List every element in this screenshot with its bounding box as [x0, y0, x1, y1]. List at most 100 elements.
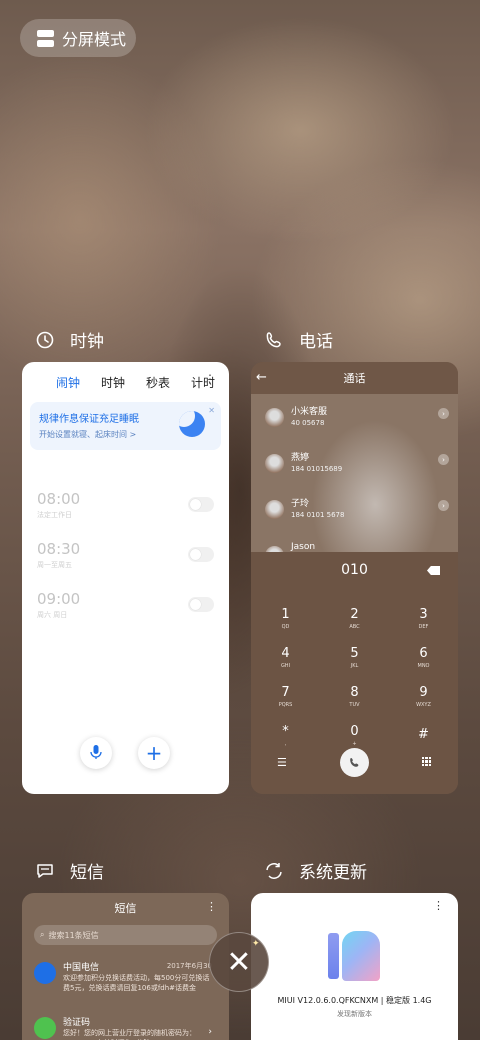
- message-app-icon: [34, 860, 56, 882]
- chevron-right-icon[interactable]: ›: [438, 454, 449, 465]
- alarm-toggle[interactable]: [188, 547, 214, 562]
- key-letters: PQRS: [278, 702, 293, 708]
- more-options-icon[interactable]: ⋮: [204, 372, 216, 386]
- dial-key-9[interactable]: 9 WXYZ: [389, 677, 458, 716]
- more-options-icon[interactable]: ⋮: [206, 900, 217, 913]
- close-icon: ✕: [226, 944, 252, 980]
- chevron-right-icon[interactable]: ›: [438, 408, 449, 419]
- key-digit: 1: [281, 607, 290, 622]
- key-letters: ,: [284, 741, 287, 747]
- alarm-item[interactable]: 09:00 周六 周日: [22, 570, 229, 620]
- clock-app-title: 时钟: [70, 332, 104, 352]
- clear-all-button[interactable]: ✕: [209, 932, 269, 992]
- contact-name: 燕婷: [291, 453, 310, 463]
- contact-name: 小米客服: [291, 407, 328, 417]
- contact-number: 40 05678: [291, 419, 325, 427]
- key-letters: JKL: [350, 663, 359, 669]
- split-screen-label: 分屏模式: [62, 30, 127, 49]
- dialpad: 010 1 QD 2 ABC 3 DEF 4 GHI 5 JKL 6 MNO 7 PQRS 8…: [251, 552, 458, 794]
- search-icon: ⌕: [40, 930, 45, 939]
- contact-number: 184 01015689: [291, 465, 343, 473]
- avatar: [34, 962, 56, 984]
- add-alarm-button[interactable]: +: [138, 737, 170, 769]
- key-letters: MNO: [417, 663, 430, 669]
- contact-number: 184 0101 5678: [291, 511, 345, 519]
- update-status: 发现新版本: [337, 1010, 372, 1018]
- clock-app-card[interactable]: 闹钟 时钟 秒表 计时 ⋮ 规律作息保证充足睡眠 开始设置就寝、起床时间 > ✕…: [22, 362, 229, 794]
- contact-row[interactable]: 小米客服 40 05678 ›: [263, 402, 453, 432]
- split-screen-icon: [37, 29, 54, 47]
- key-letters: ABC: [349, 624, 360, 630]
- key-digit: 3: [419, 607, 428, 622]
- keypad-icon[interactable]: [422, 757, 431, 766]
- system-update-card[interactable]: ⋮ MIUI V12.0.6.0.QFKCNXM | 稳定版 1.4G 发现新版…: [251, 893, 458, 1040]
- phone-top-bar: ← 通话: [251, 362, 458, 394]
- phone-app-card[interactable]: ← 通话 小米客服 40 05678 › 燕婷 184 01015689 › 子…: [251, 362, 458, 794]
- dial-key-5[interactable]: 5 JKL: [320, 638, 389, 677]
- key-letters: +: [352, 741, 357, 747]
- system-update-icon: [263, 860, 285, 882]
- dial-input[interactable]: 010: [251, 562, 458, 578]
- sparkle-icon: ✦: [252, 939, 260, 949]
- sms-screen-title: 短信: [114, 902, 137, 915]
- close-icon[interactable]: ✕: [208, 406, 215, 415]
- contact-name: 子玲: [291, 499, 310, 509]
- sms-app-header: 短信: [34, 858, 104, 883]
- update-version: MIUI V12.0.6.0.QFKCNXM | 稳定版 1.4G: [277, 996, 432, 1005]
- contact-row[interactable]: Jason: [263, 540, 453, 552]
- microphone-icon: [89, 741, 103, 765]
- clock-app-header: 时钟: [34, 327, 104, 352]
- message-preview: 欢迎参加积分兑换话费活动，每500分可兑换话费5元，兑换话费请回复106或fdh…: [63, 974, 210, 992]
- recent-calls-list: 小米客服 40 05678 › 燕婷 184 01015689 › 子玲 184…: [251, 394, 458, 552]
- key-letters: WXYZ: [416, 702, 431, 708]
- contact-row[interactable]: 燕婷 184 01015689 ›: [263, 448, 453, 478]
- sms-top-bar: 短信 ⋮: [22, 893, 229, 923]
- alarm-toggle[interactable]: [188, 497, 214, 512]
- message-row[interactable]: 中国电信 2017年6月30 欢迎参加积分兑换话费活动，每500分可兑换话费5元…: [34, 960, 224, 996]
- phone-screen-title: 通话: [343, 372, 366, 385]
- key-digit: 8: [350, 685, 359, 700]
- key-digit: #: [418, 727, 429, 742]
- chevron-right-icon[interactable]: ›: [208, 1027, 212, 1037]
- sleep-banner[interactable]: 规律作息保证充足睡眠 开始设置就寝、起床时间 > ✕: [30, 402, 221, 450]
- message-sender: 中国电信: [63, 963, 100, 973]
- message-row[interactable]: 验证码 您好！您的网上营业厅登录的随机密码为：210679，有效时间为3分钟 ›: [34, 1015, 224, 1040]
- dial-key-8[interactable]: 8 TUV: [320, 677, 389, 716]
- alarm-item[interactable]: 08:30 周一至周五: [22, 520, 229, 570]
- dial-key-6[interactable]: 6 MNO: [389, 638, 458, 677]
- phone-app-header: 电话: [263, 327, 333, 352]
- dial-key-2[interactable]: 2 ABC: [320, 599, 389, 638]
- call-button[interactable]: [340, 748, 369, 777]
- key-digit: 5: [350, 646, 359, 661]
- tab-alarm[interactable]: 闹钟: [56, 374, 80, 391]
- sms-app-card[interactable]: 短信 ⋮ ⌕ 搜索11条短信 中国电信 2017年6月30 欢迎参加积分兑换话费…: [22, 893, 229, 1040]
- sms-search-input[interactable]: ⌕ 搜索11条短信: [34, 925, 217, 945]
- dial-keys: 1 QD 2 ABC 3 DEF 4 GHI 5 JKL 6 MNO 7 PQRS 8 TUV …: [251, 599, 458, 755]
- menu-icon[interactable]: ☰: [277, 756, 287, 769]
- key-letters: TUV: [349, 702, 360, 708]
- key-letters: QD: [281, 624, 290, 630]
- back-arrow-icon[interactable]: ←: [256, 370, 267, 385]
- sms-app-title: 短信: [70, 863, 104, 883]
- alarm-toggle[interactable]: [188, 597, 214, 612]
- chevron-right-icon[interactable]: ›: [438, 500, 449, 511]
- plus-icon: +: [145, 741, 163, 765]
- split-screen-button[interactable]: 分屏模式: [20, 19, 136, 57]
- contact-row[interactable]: 子玲 184 0101 5678 ›: [263, 494, 453, 524]
- dial-key-4[interactable]: 4 GHI: [251, 638, 320, 677]
- key-digit: 2: [350, 607, 359, 622]
- tab-clock[interactable]: 时钟: [101, 374, 125, 391]
- more-options-icon[interactable]: ⋮: [433, 899, 444, 912]
- update-app-header: 系统更新: [263, 858, 367, 883]
- tab-stopwatch[interactable]: 秒表: [146, 374, 170, 391]
- contact-name: Jason: [291, 542, 316, 552]
- dial-key-7[interactable]: 7 PQRS: [251, 677, 320, 716]
- alarm-item[interactable]: 08:00 法定工作日: [22, 470, 229, 520]
- voice-alarm-button[interactable]: [80, 737, 112, 769]
- key-digit: 4: [281, 646, 290, 661]
- dial-key-1[interactable]: 1 QD: [251, 599, 320, 638]
- update-app-title: 系统更新: [299, 863, 367, 883]
- dial-key-3[interactable]: 3 DEF: [389, 599, 458, 638]
- avatar: [265, 454, 284, 473]
- moon-icon: [179, 411, 205, 437]
